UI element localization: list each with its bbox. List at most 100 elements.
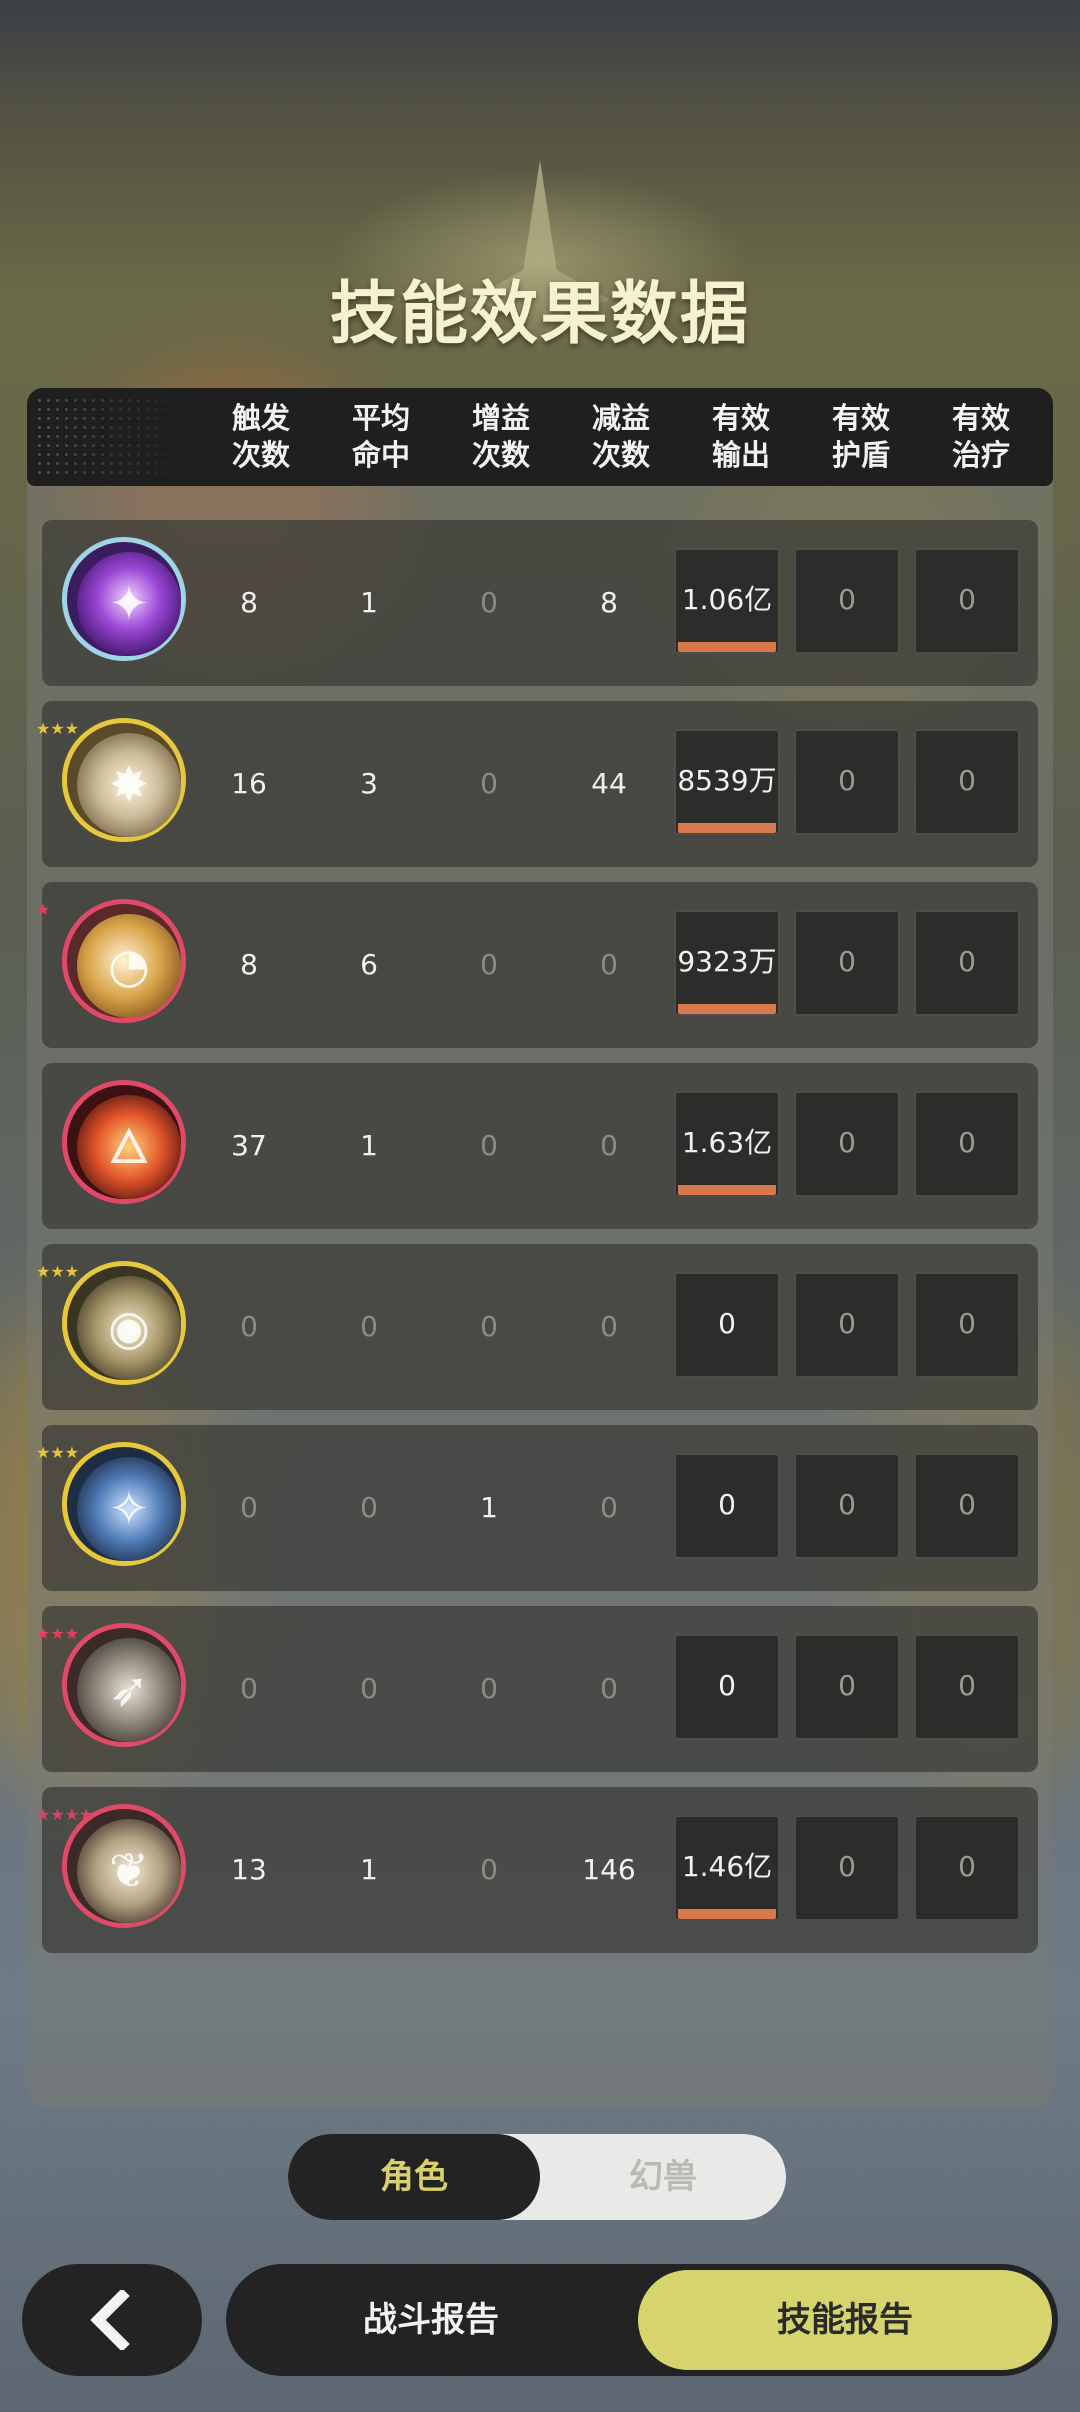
output-bar bbox=[678, 823, 776, 833]
debuff-count: 0 bbox=[600, 1310, 618, 1343]
header-trigger-count: 触发 次数 bbox=[231, 401, 290, 472]
output-bar bbox=[678, 1909, 776, 1919]
fire-swirl-skill-icon[interactable]: 🜂 bbox=[62, 1080, 186, 1204]
effective-output: 1.46亿 bbox=[674, 1815, 780, 1921]
rank-stars: ★★★★ bbox=[36, 1805, 94, 1824]
toggle-character[interactable]: 角色 bbox=[288, 2134, 540, 2220]
blue-crest-skill-icon[interactable]: ✧ bbox=[62, 1442, 186, 1566]
effective-output: 1.63亿 bbox=[674, 1091, 780, 1197]
effective-heal: 0 bbox=[914, 1634, 1020, 1740]
effective-shield: 0 bbox=[794, 1091, 900, 1197]
rank-stars: ★★★ bbox=[36, 1443, 80, 1462]
debuff-count: 44 bbox=[591, 767, 627, 800]
toggle-beast[interactable]: 幻兽 bbox=[540, 2134, 786, 2220]
header-dots-decoration bbox=[35, 396, 195, 478]
effective-heal: 0 bbox=[914, 1815, 1020, 1921]
effective-output: 1.06亿 bbox=[674, 548, 780, 654]
trigger-count: 13 bbox=[231, 1853, 267, 1886]
rank-stars: ★ bbox=[36, 900, 51, 919]
avg-hit: 0 bbox=[360, 1672, 378, 1705]
header-effective-heal: 有效 治疗 bbox=[951, 401, 1010, 472]
effective-heal: 0 bbox=[914, 910, 1020, 1016]
output-bar bbox=[678, 1185, 776, 1195]
effective-heal: 0 bbox=[914, 729, 1020, 835]
rank-stars: ★★★ bbox=[36, 719, 80, 738]
chevron-left-icon bbox=[90, 2290, 130, 2350]
effective-heal: 0 bbox=[914, 1272, 1020, 1378]
header-debuff-count: 减益 次数 bbox=[591, 401, 650, 472]
skill-row[interactable]: ❦ ★★★★ 13 1 0 146 1.46亿 0 0 bbox=[36, 1787, 1038, 1953]
skill-row[interactable]: 🜂 37 1 0 0 1.63亿 0 0 bbox=[42, 1063, 1038, 1229]
avg-hit: 1 bbox=[360, 586, 378, 619]
effective-shield: 0 bbox=[794, 1453, 900, 1559]
character-beast-toggle[interactable]: 角色 幻兽 bbox=[288, 2134, 786, 2220]
trigger-count: 8 bbox=[240, 948, 258, 981]
effective-shield: 0 bbox=[794, 729, 900, 835]
header-effective-output: 有效 输出 bbox=[711, 401, 770, 472]
trigger-count: 8 bbox=[240, 586, 258, 619]
effective-heal: 0 bbox=[914, 1091, 1020, 1197]
effective-output: 8539万 bbox=[674, 729, 780, 835]
output-bar bbox=[678, 1004, 776, 1014]
eye-skill-icon[interactable]: ◉ bbox=[62, 1261, 186, 1385]
skill-row[interactable]: ✧ ★★★ 0 0 1 0 0 0 0 bbox=[36, 1425, 1038, 1591]
header-effective-shield: 有效 护盾 bbox=[831, 401, 890, 472]
effective-shield: 0 bbox=[794, 1634, 900, 1740]
trigger-count: 16 bbox=[231, 767, 267, 800]
buff-count: 1 bbox=[480, 1491, 498, 1524]
output-bar bbox=[678, 642, 776, 652]
rank-stars: ★★★ bbox=[36, 1624, 80, 1643]
effective-output: 0 bbox=[674, 1272, 780, 1378]
header-avg-hit: 平均 命中 bbox=[351, 401, 410, 472]
avg-hit: 1 bbox=[360, 1853, 378, 1886]
effective-output: 9323万 bbox=[674, 910, 780, 1016]
buff-count: 0 bbox=[480, 1310, 498, 1343]
effective-shield: 0 bbox=[794, 1272, 900, 1378]
lightning-star-skill-icon[interactable]: ✸ bbox=[62, 718, 186, 842]
title-area: 技能效果数据 bbox=[0, 150, 1080, 370]
trigger-count: 37 bbox=[231, 1129, 267, 1162]
report-tabs: 战斗报告 技能报告 bbox=[226, 2264, 1058, 2376]
rank-stars: ★★★ bbox=[36, 1262, 80, 1281]
archer-skill-icon[interactable]: ➶ bbox=[62, 1623, 186, 1747]
buff-count: 0 bbox=[480, 767, 498, 800]
purple-heart-skill-icon[interactable]: ✦ bbox=[62, 537, 186, 661]
buff-count: 0 bbox=[480, 1129, 498, 1162]
debuff-count: 0 bbox=[600, 1672, 618, 1705]
debuff-count: 8 bbox=[600, 586, 618, 619]
avg-hit: 0 bbox=[360, 1310, 378, 1343]
buff-count: 0 bbox=[480, 586, 498, 619]
skill-row[interactable]: ◉ ★★★ 0 0 0 0 0 0 0 bbox=[36, 1244, 1038, 1410]
trigger-count: 0 bbox=[240, 1310, 258, 1343]
page-title: 技能效果数据 bbox=[329, 275, 750, 354]
avg-hit: 6 bbox=[360, 948, 378, 981]
effective-heal: 0 bbox=[914, 1453, 1020, 1559]
skill-row[interactable]: ✦ 8 1 0 8 1.06亿 0 0 bbox=[42, 520, 1038, 686]
buff-count: 0 bbox=[480, 1672, 498, 1705]
back-button[interactable] bbox=[22, 2264, 202, 2376]
effective-output: 0 bbox=[674, 1453, 780, 1559]
debuff-count: 146 bbox=[582, 1853, 636, 1886]
avg-hit: 0 bbox=[360, 1491, 378, 1524]
buff-count: 0 bbox=[480, 1853, 498, 1886]
debuff-count: 0 bbox=[600, 948, 618, 981]
trigger-count: 0 bbox=[240, 1491, 258, 1524]
effective-shield: 0 bbox=[794, 548, 900, 654]
skill-row[interactable]: ◔ ★ 8 6 0 0 9323万 0 0 bbox=[36, 882, 1038, 1048]
avg-hit: 3 bbox=[360, 767, 378, 800]
debuff-count: 0 bbox=[600, 1491, 618, 1524]
skill-row[interactable]: ➶ ★★★ 0 0 0 0 0 0 0 bbox=[36, 1606, 1038, 1772]
effective-output: 0 bbox=[674, 1634, 780, 1740]
tab-skill-report[interactable]: 技能报告 bbox=[638, 2270, 1052, 2370]
trigger-count: 0 bbox=[240, 1672, 258, 1705]
skill-row[interactable]: ✸ ★★★ 16 3 0 44 8539万 0 0 bbox=[36, 701, 1038, 867]
header-buff-count: 增益 次数 bbox=[471, 401, 530, 472]
effective-shield: 0 bbox=[794, 1815, 900, 1921]
golden-swirl-skill-icon[interactable]: ◔ bbox=[62, 899, 186, 1023]
debuff-count: 0 bbox=[600, 1129, 618, 1162]
effective-heal: 0 bbox=[914, 548, 1020, 654]
tab-battle-report[interactable]: 战斗报告 bbox=[226, 2264, 636, 2376]
avg-hit: 1 bbox=[360, 1129, 378, 1162]
buff-count: 0 bbox=[480, 948, 498, 981]
effective-shield: 0 bbox=[794, 910, 900, 1016]
